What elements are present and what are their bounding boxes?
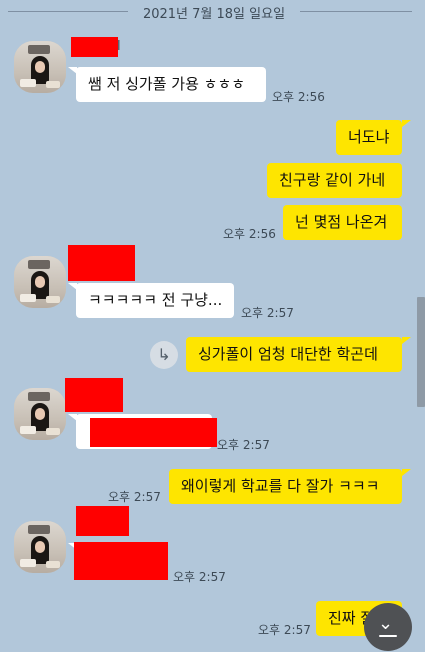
redacted-message-content <box>74 542 168 580</box>
redacted-sender-name <box>65 378 123 412</box>
scrollbar-thumb[interactable] <box>417 297 425 407</box>
message-bubble-sent[interactable]: 싱가폴이 엄청 대단한 학곤데 <box>186 337 402 372</box>
message-bubble-sent[interactable]: 친구랑 같이 가네 <box>267 163 402 198</box>
message-timestamp: 오후 2:57 <box>258 623 311 637</box>
message-timestamp: 오후 2:56 <box>272 90 325 104</box>
sender-avatar[interactable] <box>14 521 66 573</box>
share-arrow-icon[interactable]: ↳ <box>150 341 178 369</box>
scroll-to-bottom-button[interactable]: ⌄ <box>364 603 412 651</box>
redacted-sender-name <box>76 506 129 536</box>
date-divider: 2021년 7월 18일 일요일 <box>0 0 415 24</box>
date-divider-label: 2021년 7월 18일 일요일 <box>142 7 286 22</box>
bubble-tail <box>402 120 411 127</box>
message-bubble-received[interactable]: ㅋㅋㅋㅋㅋ 전 구냥... <box>76 283 234 318</box>
sender-avatar[interactable] <box>14 388 66 440</box>
bubble-tail <box>402 337 411 344</box>
redacted-sender-name <box>71 37 118 57</box>
scroll-down-bar <box>379 635 397 637</box>
message-bubble-received[interactable]: 쌤 저 싱가폴 가용 ㅎㅎㅎ <box>76 67 266 102</box>
message-timestamp: 오후 2:57 <box>108 490 161 504</box>
redacted-sender-name <box>68 245 135 281</box>
message-timestamp: 오후 2:57 <box>217 438 270 452</box>
date-divider-line-right <box>300 11 412 12</box>
message-bubble-sent[interactable]: 너도냐 <box>336 120 402 155</box>
sender-avatar[interactable] <box>14 41 66 93</box>
sender-avatar[interactable] <box>14 256 66 308</box>
message-timestamp: 오후 2:56 <box>223 227 276 241</box>
message-timestamp: 오후 2:57 <box>173 570 226 584</box>
redacted-message-content <box>90 418 217 447</box>
message-bubble-sent[interactable]: 왜이렇게 학교를 다 잘가 ㅋㅋㅋ <box>169 469 402 504</box>
message-timestamp: 오후 2:57 <box>241 306 294 320</box>
bubble-tail <box>402 469 411 476</box>
chevron-down-icon: ⌄ <box>378 613 394 634</box>
message-bubble-sent[interactable]: 넌 몇점 나온겨 <box>283 205 402 240</box>
date-divider-line-left <box>8 11 128 12</box>
sender-name-suffix: l <box>117 39 121 54</box>
